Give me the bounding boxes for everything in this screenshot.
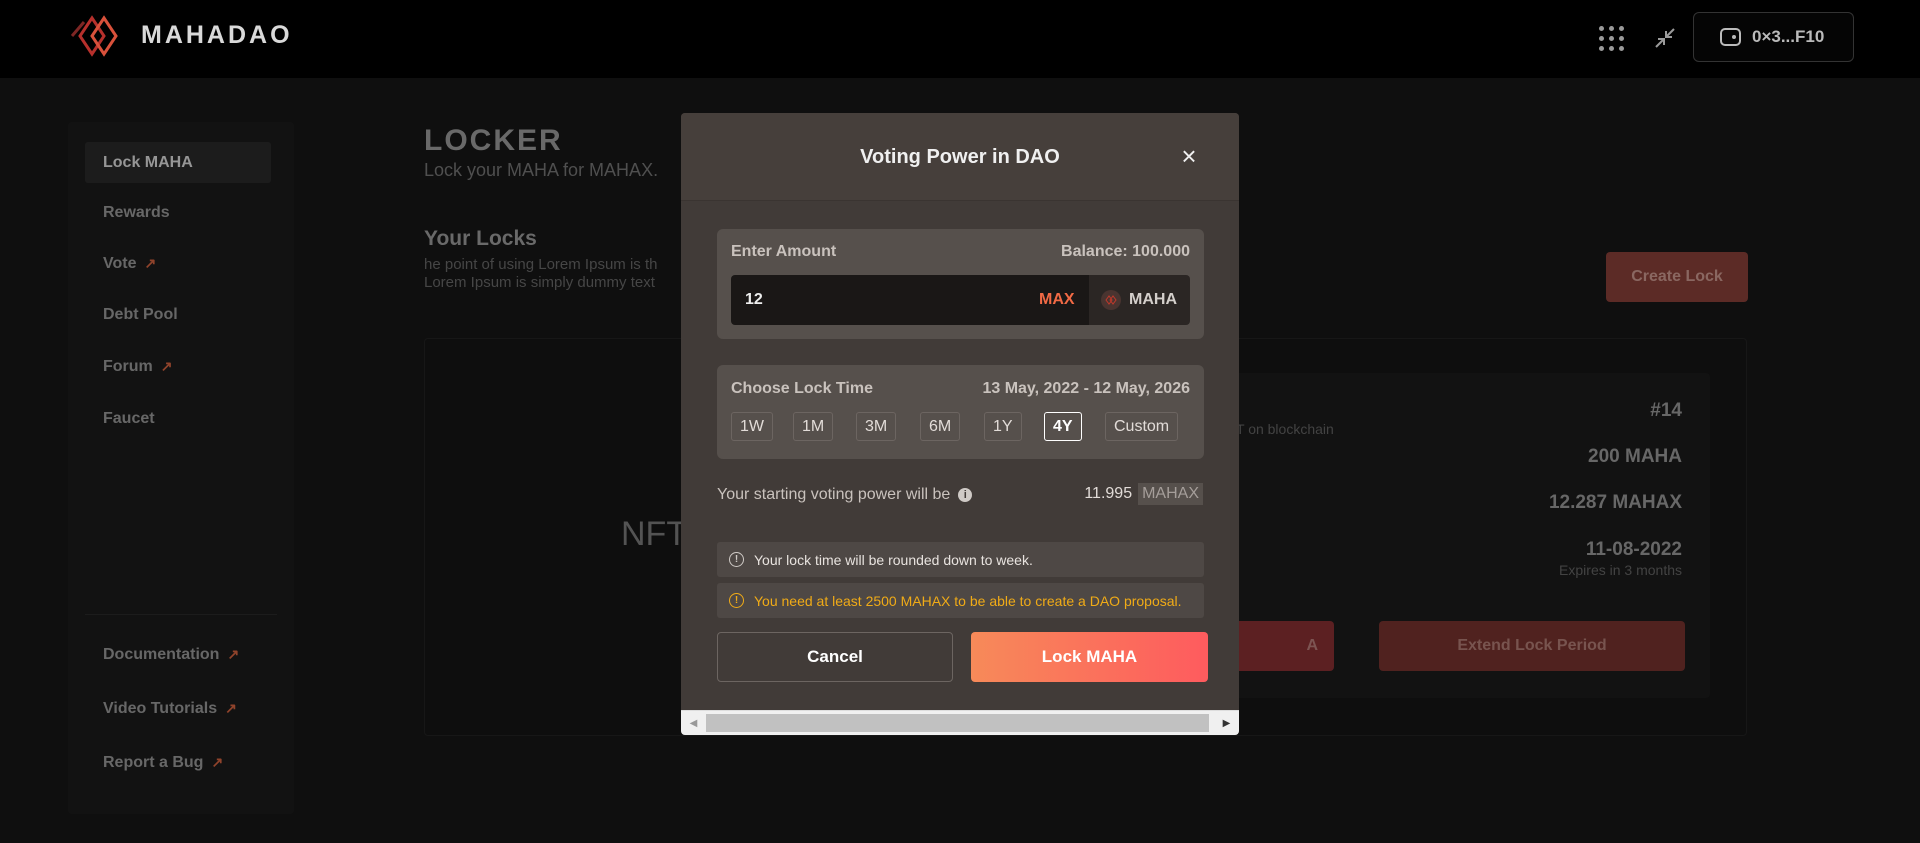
lock-time-range: 13 May, 2022 - 12 May, 2026 [982,380,1190,397]
mahadao-logo-icon[interactable] [66,10,130,62]
lock-option-1y[interactable]: 1Y [984,412,1022,441]
lock-option-1w[interactable]: 1W [731,412,773,441]
modal-title: Voting Power in DAO [860,146,1060,168]
balance-text: Balance: 100.000 [1061,243,1190,260]
voting-power-label: Your starting voting power will be i [717,486,973,504]
warning-notice-text: You need at least 2500 MAHAX to be able … [754,592,1182,609]
voting-power-modal: Voting Power in DAO × Enter Amount Balan… [681,113,1239,735]
collapse-arrows-icon[interactable] [1652,25,1678,51]
modal-header: Voting Power in DAO × [681,113,1239,201]
cancel-button[interactable]: Cancel [717,632,953,682]
voting-power-unit: MAHAX [1138,483,1203,505]
voting-power-value: 11.995 MAHAX [1084,483,1203,505]
amount-label: Enter Amount [731,243,837,260]
amount-panel: Enter Amount Balance: 100.000 MAX MAHA [717,229,1204,339]
wallet-button[interactable]: 0×3...F10 [1693,12,1854,62]
token-label: MAHA [1129,291,1177,308]
amount-input[interactable] [731,275,1089,325]
lock-option-3m[interactable]: 3M [856,412,897,441]
warning-notice: ! You need at least 2500 MAHAX to be abl… [717,583,1204,618]
brand-name: MAHADAO [141,21,293,49]
info-icon[interactable]: i [958,488,973,502]
info-notice: ! Your lock time will be rounded down to… [717,542,1204,577]
lock-option-1m[interactable]: 1M [793,412,834,441]
maha-token-icon [1101,290,1121,310]
alert-circle-icon: ! [729,552,744,567]
lock-option-6m[interactable]: 6M [920,412,961,441]
lock-option-custom[interactable]: Custom [1105,412,1179,441]
top-header: MAHADAO 0×3...F10 [0,0,1920,78]
lock-time-panel: Choose Lock Time 13 May, 2022 - 12 May, … [717,365,1204,459]
wallet-address: 0×3...F10 [1752,27,1825,46]
max-button[interactable]: MAX [1039,291,1075,309]
scroll-right-icon[interactable]: ▶ [1214,711,1239,735]
close-icon[interactable]: × [1178,143,1200,169]
info-notice-text: Your lock time will be rounded down to w… [754,551,1033,568]
wallet-icon [1720,28,1741,46]
lock-time-label: Choose Lock Time [731,380,873,397]
lock-maha-button[interactable]: Lock MAHA [971,632,1208,682]
token-selector: MAHA [1089,275,1190,325]
warning-circle-icon: ! [729,593,744,608]
voting-power-number: 11.995 [1084,485,1133,502]
voting-power-text: Your starting voting power will be [717,486,951,503]
horizontal-scrollbar[interactable]: ◀ ▶ [681,710,1239,735]
lock-option-4y[interactable]: 4Y [1044,412,1082,441]
scroll-left-icon[interactable]: ◀ [681,711,706,735]
apps-grid-icon[interactable] [1599,26,1625,52]
scrollbar-thumb[interactable] [706,714,1209,732]
